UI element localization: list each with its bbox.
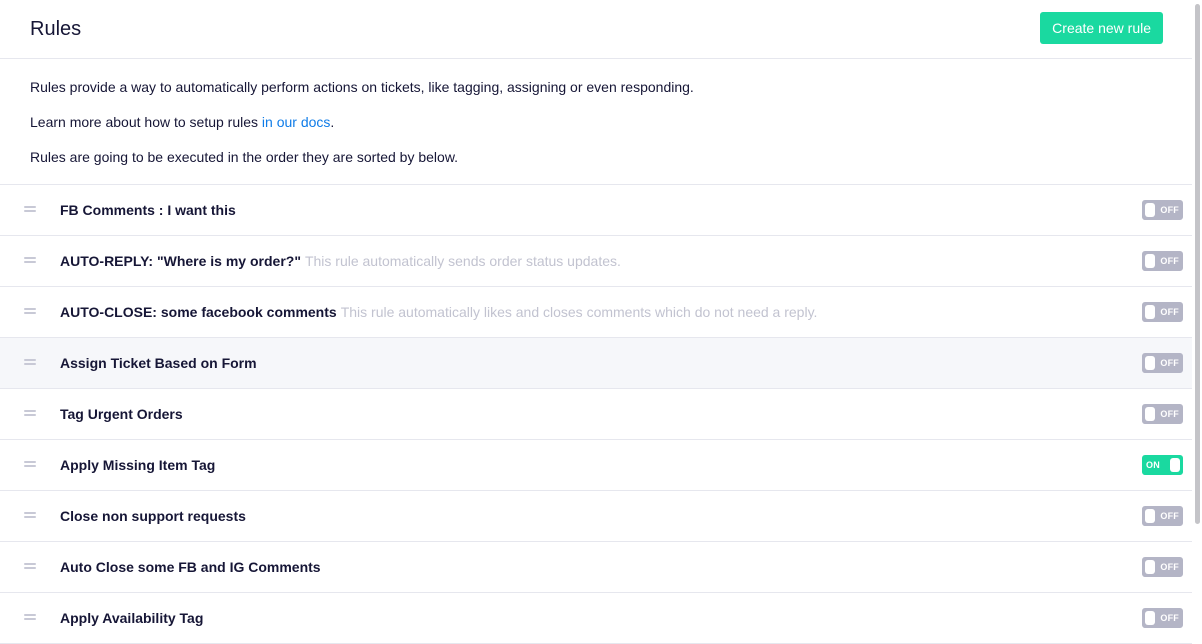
- rule-toggle[interactable]: OFF: [1142, 251, 1183, 271]
- page-scrollbar[interactable]: [1192, 0, 1202, 644]
- toggle-knob: [1145, 356, 1155, 370]
- toggle-label: OFF: [1160, 613, 1179, 623]
- drag-handle-icon[interactable]: [24, 206, 36, 212]
- rule-toggle[interactable]: OFF: [1142, 557, 1183, 577]
- rule-title[interactable]: AUTO-CLOSE: some facebook comments: [60, 304, 337, 320]
- rule-row[interactable]: Close non support requests OFF: [0, 491, 1192, 542]
- rule-name[interactable]: Apply Missing Item Tag: [60, 457, 215, 473]
- rule-title[interactable]: Apply Availability Tag: [60, 610, 203, 626]
- toggle-label: OFF: [1160, 205, 1179, 215]
- rule-row[interactable]: Assign Ticket Based on Form OFF: [0, 338, 1192, 389]
- drag-handle-icon[interactable]: [24, 461, 36, 467]
- rule-name[interactable]: Assign Ticket Based on Form: [60, 355, 257, 371]
- toggle-label: OFF: [1160, 562, 1179, 572]
- rule-toggle[interactable]: OFF: [1142, 302, 1183, 322]
- intro-order-note: Rules are going to be executed in the or…: [30, 149, 459, 165]
- rule-row[interactable]: Auto Close some FB and IG Comments OFF: [0, 542, 1192, 593]
- toggle-label: OFF: [1160, 256, 1179, 266]
- rule-title[interactable]: Assign Ticket Based on Form: [60, 355, 257, 371]
- rule-description: This rule automatically likes and closes…: [340, 304, 818, 320]
- toggle-knob: [1145, 560, 1155, 574]
- rule-name[interactable]: Apply Availability Tag: [60, 610, 203, 626]
- toggle-knob: [1145, 611, 1155, 625]
- toggle-label: OFF: [1160, 409, 1179, 419]
- rule-title[interactable]: Auto Close some FB and IG Comments: [60, 559, 321, 575]
- drag-handle-icon[interactable]: [24, 308, 36, 314]
- create-new-rule-button[interactable]: Create new rule: [1040, 12, 1163, 44]
- rule-row[interactable]: Apply Missing Item Tag ON: [0, 440, 1192, 491]
- rule-toggle[interactable]: OFF: [1142, 404, 1183, 424]
- rule-description: This rule automatically sends order stat…: [304, 253, 621, 269]
- drag-handle-icon[interactable]: [24, 614, 36, 620]
- rule-toggle[interactable]: OFF: [1142, 506, 1183, 526]
- toggle-knob: [1170, 458, 1180, 472]
- toggle-knob: [1145, 254, 1155, 268]
- toggle-knob: [1145, 509, 1155, 523]
- rule-name[interactable]: Tag Urgent Orders: [60, 406, 183, 422]
- intro-description: Rules provide a way to automatically per…: [30, 79, 694, 95]
- rule-toggle[interactable]: ON: [1142, 455, 1183, 475]
- toggle-label: ON: [1146, 460, 1160, 470]
- rules-list: FB Comments : I want this OFF AUTO-REPLY…: [0, 185, 1192, 644]
- rule-row[interactable]: AUTO-CLOSE: some facebook comments This r…: [0, 287, 1192, 338]
- toggle-knob: [1145, 203, 1155, 217]
- intro-docs-suffix: .: [330, 114, 335, 130]
- toggle-knob: [1145, 407, 1155, 421]
- rule-title[interactable]: Tag Urgent Orders: [60, 406, 183, 422]
- rule-title[interactable]: FB Comments : I want this: [60, 202, 236, 218]
- rule-toggle[interactable]: OFF: [1142, 608, 1183, 628]
- rule-name[interactable]: AUTO-CLOSE: some facebook comments This r…: [60, 304, 817, 320]
- rule-name[interactable]: Close non support requests: [60, 508, 246, 524]
- rule-title[interactable]: Apply Missing Item Tag: [60, 457, 215, 473]
- scrollbar-thumb[interactable]: [1195, 4, 1200, 524]
- rule-name[interactable]: FB Comments : I want this: [60, 202, 236, 218]
- intro-docs-line: Learn more about how to setup rules in o…: [30, 114, 1162, 130]
- drag-handle-icon[interactable]: [24, 257, 36, 263]
- drag-handle-icon[interactable]: [24, 512, 36, 518]
- toggle-knob: [1145, 305, 1155, 319]
- toggle-label: OFF: [1160, 511, 1179, 521]
- intro-docs-prefix: Learn more about how to setup rules: [30, 114, 262, 130]
- intro-section: Rules provide a way to automatically per…: [0, 59, 1192, 185]
- drag-handle-icon[interactable]: [24, 410, 36, 416]
- rule-toggle[interactable]: OFF: [1142, 353, 1183, 373]
- docs-link[interactable]: in our docs: [262, 114, 330, 130]
- rule-row[interactable]: Apply Availability Tag OFF: [0, 593, 1192, 644]
- page-title: Rules: [30, 18, 82, 40]
- rule-row[interactable]: AUTO-REPLY: "Where is my order?" This rul…: [0, 236, 1192, 287]
- rule-name[interactable]: AUTO-REPLY: "Where is my order?" This rul…: [60, 253, 621, 269]
- rule-name[interactable]: Auto Close some FB and IG Comments: [60, 559, 321, 575]
- toggle-label: OFF: [1160, 358, 1179, 368]
- page-header: Rules Create new rule: [0, 0, 1192, 59]
- rule-title[interactable]: Close non support requests: [60, 508, 246, 524]
- rule-row[interactable]: FB Comments : I want this OFF: [0, 185, 1192, 236]
- drag-handle-icon[interactable]: [24, 359, 36, 365]
- rule-row[interactable]: Tag Urgent Orders OFF: [0, 389, 1192, 440]
- rule-toggle[interactable]: OFF: [1142, 200, 1183, 220]
- toggle-label: OFF: [1160, 307, 1179, 317]
- rules-page: Rules Create new rule Rules provide a wa…: [0, 0, 1192, 644]
- rule-title[interactable]: AUTO-REPLY: "Where is my order?": [60, 253, 301, 269]
- drag-handle-icon[interactable]: [24, 563, 36, 569]
